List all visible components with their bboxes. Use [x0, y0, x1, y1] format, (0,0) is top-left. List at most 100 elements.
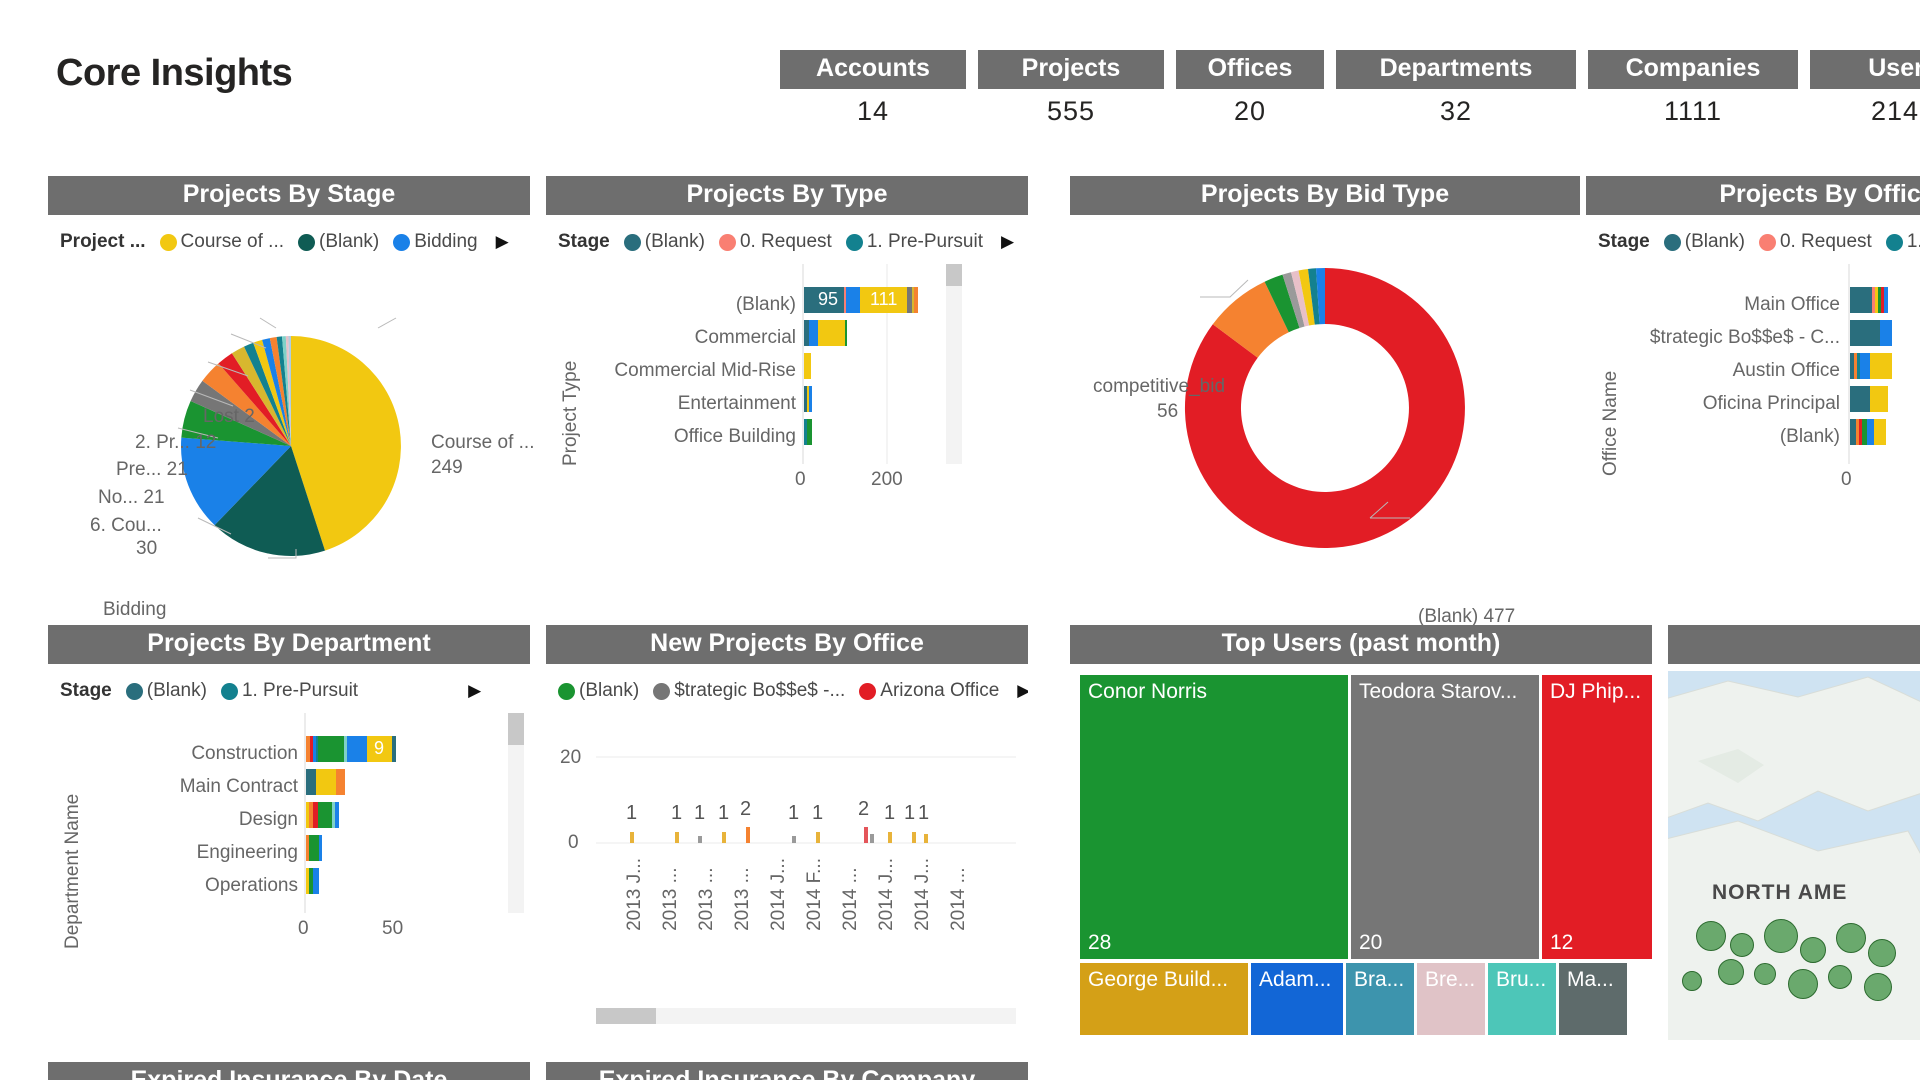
map-bubble[interactable]	[1696, 921, 1726, 951]
treemap-cell[interactable]: DJ Phip... 12	[1542, 675, 1652, 959]
treemap-cell[interactable]: Teodora Starov... 20	[1351, 675, 1539, 959]
svg-text:95: 95	[818, 289, 838, 309]
treemap-label: DJ Phip...	[1550, 680, 1642, 703]
map-bubble[interactable]	[1788, 969, 1818, 999]
scrollbar-thumb[interactable]	[596, 1008, 656, 1024]
kpi-card-users[interactable]: Users 2141	[1810, 50, 1920, 127]
x-axis-tick: 2014 J...	[876, 858, 897, 931]
legend-label: Arizona Office	[880, 680, 1000, 702]
legend-item[interactable]: Bidding	[393, 231, 478, 253]
kpi-card-departments[interactable]: Departments 32	[1336, 50, 1576, 127]
kpi-value: 1111	[1663, 96, 1723, 126]
kpi-value: 14	[856, 96, 890, 126]
horizontal-scrollbar[interactable]	[596, 1008, 1016, 1024]
treemap-cell[interactable]: Bra...	[1346, 963, 1414, 1035]
bar-category-label: Entertainment	[677, 393, 796, 414]
legend-title: Stage	[1598, 231, 1650, 253]
scrollbar-thumb[interactable]	[508, 713, 524, 745]
legend-label: (Blank)	[1684, 231, 1745, 253]
pie-chart-projects-by-stage[interactable]	[48, 266, 530, 586]
svg-text:1: 1	[718, 802, 729, 824]
donut-chart-projects-by-bid-type[interactable]	[1070, 222, 1580, 582]
map-bubble[interactable]	[1868, 939, 1896, 967]
treemap-cell[interactable]: George Build...	[1080, 963, 1248, 1035]
panel-title: Projects By Department	[48, 625, 530, 665]
legend-swatch-icon	[393, 233, 411, 251]
treemap-cell[interactable]: Bre...	[1417, 963, 1485, 1035]
vertical-scrollbar[interactable]	[508, 713, 524, 913]
legend-item[interactable]: (Blank)	[558, 680, 639, 702]
map-canvas[interactable]: NORTH AME	[1668, 671, 1920, 1040]
panel-title: Expired Insurance By Company	[546, 1062, 1028, 1080]
y-axis-title: Project Type	[560, 360, 581, 466]
bar-category-label: Austin Office	[1732, 360, 1840, 381]
bar-category-label: Commercial Mid-Rise	[614, 360, 796, 381]
bar-category-label: Office Building	[673, 426, 796, 447]
treemap-cell[interactable]: Conor Norris 28	[1080, 675, 1348, 959]
bar-category-label: Engineering	[196, 842, 298, 863]
kpi-label: Projects	[978, 50, 1164, 89]
pie-callout-2pr: 2. Pr... 12	[135, 432, 217, 453]
legend-next-icon[interactable]: ▶	[1001, 232, 1014, 252]
x-axis-tick: 200	[871, 469, 903, 490]
pie-callout-lost: Lost 2	[203, 406, 255, 427]
x-axis-tick: 0	[298, 918, 309, 939]
legend-item[interactable]: Course of ...	[159, 231, 284, 253]
legend-item[interactable]: 1.	[1885, 231, 1920, 253]
map-bubble[interactable]	[1682, 971, 1702, 991]
legend-item[interactable]: (Blank)	[623, 231, 705, 253]
legend-item[interactable]: (Blank)	[1663, 231, 1745, 253]
treemap-cell[interactable]: Bru...	[1488, 963, 1556, 1035]
legend-item[interactable]: 1. Pre-Pursuit	[220, 680, 358, 702]
legend-next-icon[interactable]: ▶	[1017, 681, 1028, 701]
pie-callout-no: No... 21	[98, 487, 165, 508]
legend-item[interactable]: 0. Request	[1758, 231, 1872, 253]
map-bubble[interactable]	[1754, 963, 1776, 985]
legend-swatch-icon	[859, 682, 877, 700]
bar-chart-projects-by-office[interactable]	[1848, 264, 1920, 494]
map-bubble[interactable]	[1800, 937, 1826, 963]
legend-swatch-icon	[623, 233, 641, 251]
x-axis-tick: 2013 ...	[732, 867, 753, 931]
kpi-card-projects[interactable]: Projects 555	[978, 50, 1164, 127]
legend-item[interactable]: 1. Pre-Pursuit	[845, 231, 983, 253]
map-bubble[interactable]	[1730, 933, 1754, 957]
x-axis-tick: 0	[1841, 469, 1852, 490]
bar-category-label: Main Office	[1744, 294, 1840, 315]
legend-item[interactable]: (Blank)	[298, 231, 379, 253]
bar-stack	[804, 386, 812, 412]
legend-next-icon[interactable]: ▶	[496, 232, 509, 252]
map-bubble[interactable]	[1828, 965, 1852, 989]
legend-next-icon[interactable]: ▶	[468, 681, 481, 701]
map-bubble[interactable]	[1836, 923, 1866, 953]
panel-title: Expired Insurance By Date	[48, 1062, 530, 1080]
kpi-label: Companies	[1588, 50, 1798, 89]
legend-item[interactable]: Arizona Office	[859, 680, 999, 702]
kpi-card-companies[interactable]: Companies 1111	[1588, 50, 1798, 127]
legend-item[interactable]: 0. Request	[718, 231, 832, 253]
legend-item[interactable]: $trategic Bo$$e$ -...	[653, 680, 845, 702]
kpi-card-offices[interactable]: Offices 20	[1176, 50, 1324, 127]
legend-label: 1. Pre-Pursuit	[866, 231, 983, 253]
legend-item[interactable]: (Blank)	[125, 680, 207, 702]
svg-text:1: 1	[884, 802, 895, 824]
treemap-cell[interactable]: Ma...	[1559, 963, 1627, 1035]
treemap-cell[interactable]: Adam...	[1251, 963, 1343, 1035]
bar-stack	[306, 802, 339, 828]
panel-projects-by-bid-type: Projects By Bid Type competitive_bid 56 …	[1070, 176, 1580, 627]
map-bubble[interactable]	[1764, 919, 1798, 953]
dashboard-page: Core Insights Accounts 14 Projects 555 O…	[0, 0, 1920, 1080]
svg-text:1: 1	[918, 802, 929, 824]
legend-swatch-icon	[1885, 233, 1903, 251]
scrollbar-thumb[interactable]	[946, 264, 962, 286]
kpi-card-accounts[interactable]: Accounts 14	[780, 50, 966, 127]
map-bubble[interactable]	[1718, 959, 1744, 985]
map-bubble[interactable]	[1864, 973, 1892, 1001]
legend-label: 0. Request	[739, 231, 832, 253]
vertical-scrollbar[interactable]	[946, 264, 962, 464]
legend-title: Stage	[60, 680, 112, 702]
treemap-top-users[interactable]: Conor Norris 28 Teodora Starov... 20 DJ …	[1080, 675, 1652, 1035]
bar-chart-projects-by-department[interactable]: 9	[304, 713, 484, 943]
kpi-label: Departments	[1336, 50, 1576, 89]
panel-map: NORTH AME	[1668, 625, 1920, 1040]
